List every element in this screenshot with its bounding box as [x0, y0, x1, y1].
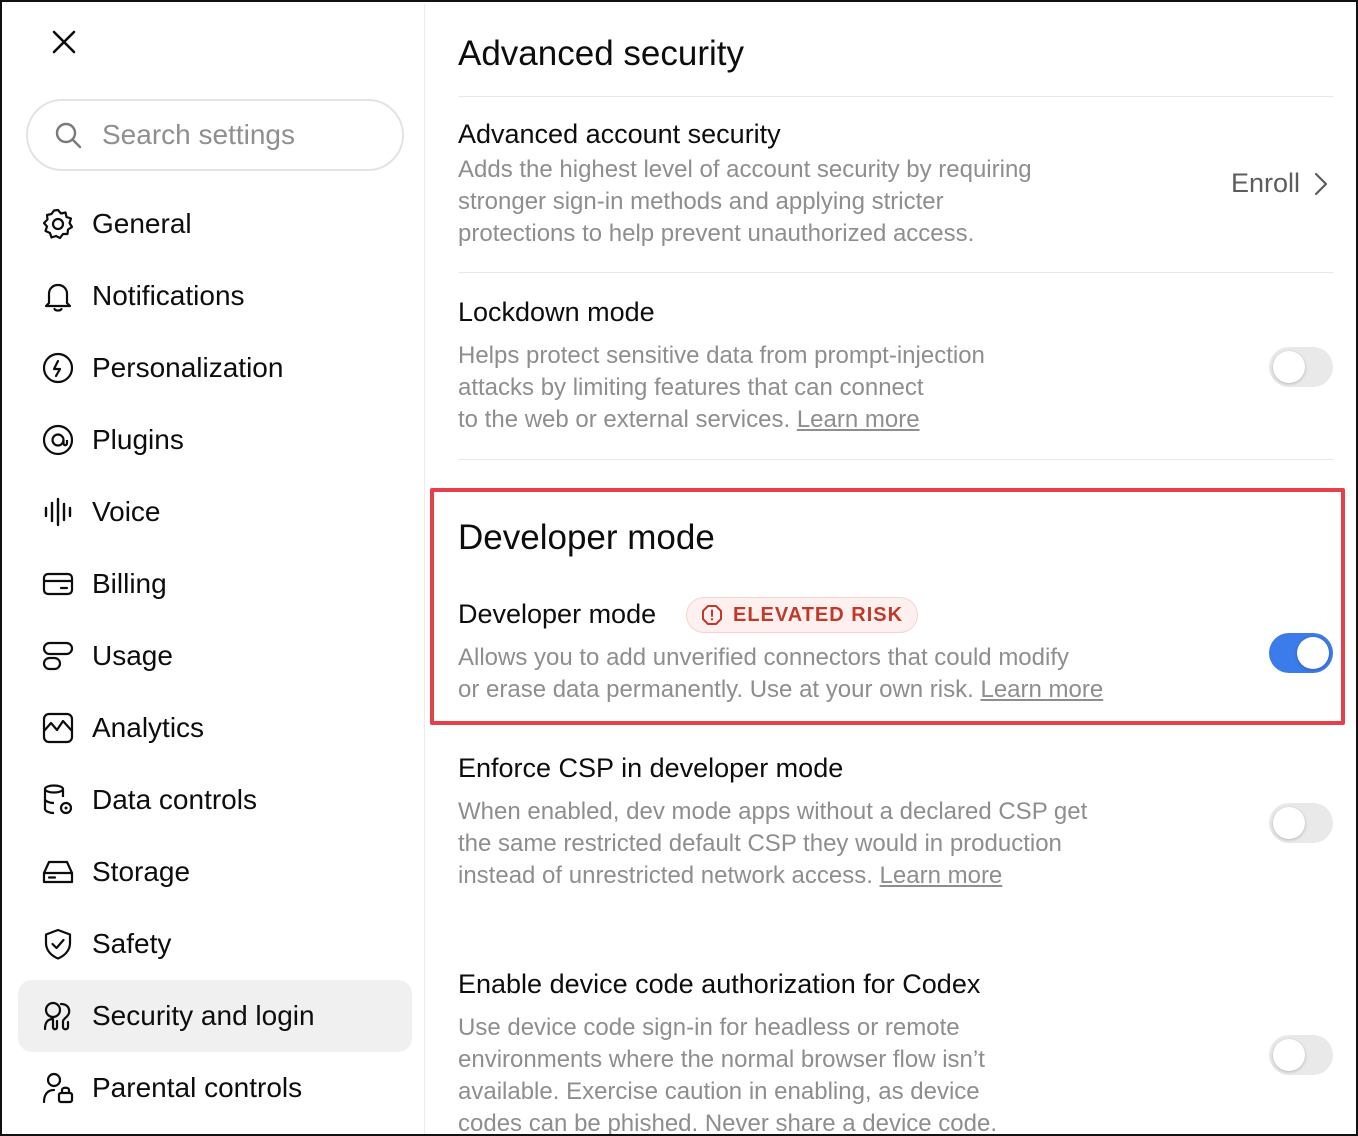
sidebar-item-analytics[interactable]: Analytics — [18, 692, 412, 764]
elevated-risk-badge: ELEVATED RISK — [686, 597, 919, 633]
sidebar-item-label: Security and login — [92, 1000, 315, 1031]
developer-mode-description: Allows you to add unverified connectors … — [458, 642, 1103, 706]
sidebar-item-storage[interactable]: Storage — [18, 836, 412, 908]
description-text: to the web or external services. — [458, 406, 791, 433]
bell-icon — [40, 278, 76, 314]
sidebar-item-label: General — [92, 208, 192, 239]
description-line: protections to help prevent unauthorized… — [458, 220, 975, 247]
device-code-description: Use device code sign-in for headless or … — [458, 1012, 998, 1136]
sidebar-item-label: Plugins — [92, 424, 184, 455]
sidebar-item-notifications[interactable]: Notifications — [18, 260, 412, 332]
lockdown-mode-toggle[interactable] — [1269, 347, 1333, 387]
sidebar-item-plugins[interactable]: Plugins — [18, 404, 412, 476]
voice-waveform-icon — [40, 494, 76, 530]
advanced-account-security-title: Advanced account security — [458, 119, 781, 149]
description-line: instead of unrestricted network access. … — [458, 860, 1087, 892]
sidebar-item-voice[interactable]: Voice — [18, 476, 412, 548]
description-line: codes can be phished. Never share a devi… — [458, 1110, 998, 1136]
enforce-csp-description: When enabled, dev mode apps without a de… — [458, 796, 1087, 892]
description-line: Use device code sign-in for headless or … — [458, 1014, 960, 1041]
sidebar-item-label: Safety — [92, 928, 172, 959]
sidebar-item-personalization[interactable]: Personalization — [18, 332, 412, 404]
sidebar-item-safety[interactable]: Safety — [18, 908, 412, 980]
sidebar-item-label: Billing — [92, 568, 167, 599]
enroll-label: Enroll — [1230, 168, 1300, 198]
search-field[interactable] — [26, 99, 404, 171]
description-line: attacks by limiting features that can co… — [458, 374, 924, 401]
description-line: stronger sign-in methods and applying st… — [458, 188, 944, 215]
sidebar-item-label: Notifications — [92, 280, 245, 311]
database-gear-icon — [40, 782, 76, 818]
chevron-right-icon — [1314, 172, 1328, 195]
description-line: When enabled, dev mode apps without a de… — [458, 798, 1088, 825]
analytics-chart-icon — [40, 710, 76, 746]
sidebar-item-label: Voice — [92, 496, 161, 527]
gear-icon — [40, 206, 76, 242]
description-line: Allows you to add unverified connectors … — [458, 644, 1070, 671]
sidebar-item-label: Analytics — [92, 712, 205, 743]
description-line: available. Exercise caution in enabling,… — [458, 1078, 980, 1105]
toggle-knob — [1273, 351, 1305, 383]
close-icon — [52, 30, 76, 54]
sidebar-item-label: Parental controls — [92, 1072, 303, 1103]
sidebar-item-parental-controls[interactable]: Parental controls — [18, 1052, 412, 1124]
enforce-csp-toggle[interactable] — [1269, 803, 1333, 843]
enroll-button[interactable]: Enroll — [1231, 168, 1328, 199]
developer-mode-title: Developer mode — [458, 599, 657, 629]
personalization-icon — [40, 350, 76, 386]
toggle-knob — [1297, 637, 1329, 669]
settings-nav: General Notifications Personalization Pl… — [18, 188, 412, 1124]
plugins-icon — [40, 422, 76, 458]
developer-mode-toggle[interactable] — [1269, 633, 1333, 673]
sidebar-item-security-and-login[interactable]: Security and login — [18, 980, 412, 1052]
sidebar-item-label: Data controls — [92, 784, 257, 815]
divider — [458, 459, 1334, 460]
badge-label: ELEVATED RISK — [733, 603, 904, 626]
description-line: the same restricted default CSP they wou… — [458, 830, 1062, 857]
settings-sidebar: General Notifications Personalization Pl… — [4, 4, 425, 1134]
card-icon — [40, 566, 76, 602]
security-users-icon — [40, 998, 76, 1034]
developer-section-title: Developer mode — [458, 518, 715, 557]
sidebar-item-label: Personalization — [92, 352, 284, 383]
sidebar-item-label: Usage — [92, 640, 173, 671]
sidebar-item-billing[interactable]: Billing — [18, 548, 412, 620]
divider — [458, 96, 1334, 97]
device-code-title: Enable device code authorization for Cod… — [458, 969, 981, 999]
description-text: instead of unrestricted network access. — [458, 862, 873, 889]
learn-more-link[interactable]: Learn more — [880, 862, 1003, 889]
toggle-knob — [1273, 807, 1305, 839]
warning-shield-icon — [702, 605, 722, 625]
learn-more-link[interactable]: Learn more — [980, 676, 1103, 703]
toggle-knob — [1273, 1039, 1305, 1071]
description-line: or erase data permanently. Use at your o… — [458, 674, 1103, 706]
description-line: Adds the highest level of account securi… — [458, 156, 1032, 183]
search-icon — [55, 122, 82, 149]
sidebar-item-general[interactable]: General — [18, 188, 412, 260]
lockdown-mode-title: Lockdown mode — [458, 297, 655, 327]
sidebar-item-usage[interactable]: Usage — [18, 620, 412, 692]
lockdown-mode-description: Helps protect sensitive data from prompt… — [458, 340, 985, 436]
device-code-toggle[interactable] — [1269, 1035, 1333, 1075]
search-input[interactable] — [102, 119, 352, 151]
description-line: to the web or external services. Learn m… — [458, 404, 985, 436]
section-title: Advanced security — [458, 34, 744, 73]
settings-content: Advanced security Advanced account secur… — [426, 4, 1356, 1136]
description-line: environments where the normal browser fl… — [458, 1046, 985, 1073]
advanced-account-security-description: Adds the highest level of account securi… — [458, 154, 1032, 250]
description-line: Helps protect sensitive data from prompt… — [458, 342, 985, 369]
sidebar-item-data-controls[interactable]: Data controls — [18, 764, 412, 836]
close-button[interactable] — [44, 22, 84, 62]
description-text: or erase data permanently. Use at your o… — [458, 676, 974, 703]
parental-lock-icon — [40, 1070, 76, 1106]
enforce-csp-title: Enforce CSP in developer mode — [458, 753, 844, 783]
divider — [458, 272, 1334, 273]
sidebar-item-label: Storage — [92, 856, 191, 887]
usage-icon — [40, 638, 76, 674]
storage-drive-icon — [40, 854, 76, 890]
learn-more-link[interactable]: Learn more — [797, 406, 920, 433]
settings-window: General Notifications Personalization Pl… — [0, 0, 1358, 1136]
shield-check-icon — [40, 926, 76, 962]
